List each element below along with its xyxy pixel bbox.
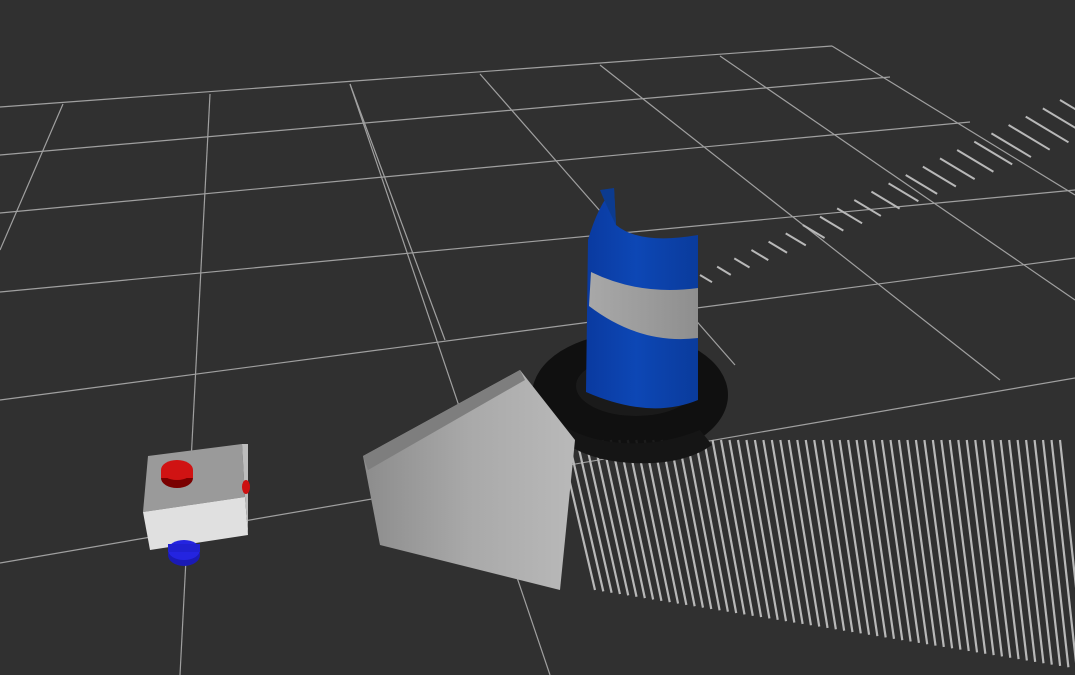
scan-ray <box>863 439 896 639</box>
scan-ray <box>745 439 779 621</box>
scan-ray <box>802 224 826 239</box>
scan-ray <box>719 439 754 616</box>
scan-ray <box>716 265 732 276</box>
scan-ray <box>750 249 769 261</box>
scan-ray <box>677 439 713 610</box>
3d-viewport[interactable] <box>0 0 1075 675</box>
scan-ray <box>796 439 829 629</box>
scan-ray <box>686 439 721 611</box>
scan-ray <box>914 439 945 648</box>
robot[interactable] <box>143 444 250 566</box>
scan-ray <box>923 439 954 649</box>
scan-ray <box>728 439 763 618</box>
scan-ray <box>694 439 729 612</box>
scan-ray <box>785 232 807 247</box>
scan-ray <box>768 240 788 254</box>
scan-ray <box>702 439 738 614</box>
scan-ray <box>880 439 912 642</box>
scan-ray <box>1008 124 1051 151</box>
scan-ray <box>711 439 746 615</box>
scan-ray <box>838 439 871 635</box>
scan-ray <box>905 174 938 195</box>
scan-ray <box>931 439 962 650</box>
scan-ray <box>821 439 854 633</box>
scan-ray <box>940 439 970 652</box>
scan-ray <box>922 165 957 188</box>
scan-ray <box>853 199 882 217</box>
scan-ray <box>779 439 813 626</box>
scan-ray <box>872 439 904 641</box>
scan-ray <box>813 439 846 631</box>
scan-ray <box>770 439 804 625</box>
robot-side-sensor <box>242 480 250 494</box>
scan-ray <box>660 439 696 607</box>
scene-canvas[interactable] <box>0 0 1075 675</box>
scan-ray <box>819 215 844 232</box>
scan-ray <box>787 439 821 627</box>
scan-ray <box>855 439 887 638</box>
scan-ray <box>888 182 919 203</box>
cylinder-obstacle[interactable] <box>586 188 698 409</box>
scan-ray <box>847 439 879 637</box>
scan-ray <box>669 439 705 608</box>
scan-ray <box>889 439 920 644</box>
scan-ray <box>906 439 937 646</box>
scan-ray <box>762 439 796 623</box>
scan-ray <box>990 132 1032 158</box>
scan-ray <box>897 439 929 645</box>
scan-ray <box>753 439 788 622</box>
scan-ray <box>870 190 901 210</box>
scan-ray <box>956 149 994 173</box>
scan-wedge <box>363 370 575 590</box>
scan-ray <box>939 157 976 180</box>
scan-ray <box>736 439 771 619</box>
scan-ray <box>830 439 862 634</box>
scan-ray <box>804 439 837 630</box>
scan-ray <box>733 257 751 269</box>
scan-ray <box>699 274 713 284</box>
